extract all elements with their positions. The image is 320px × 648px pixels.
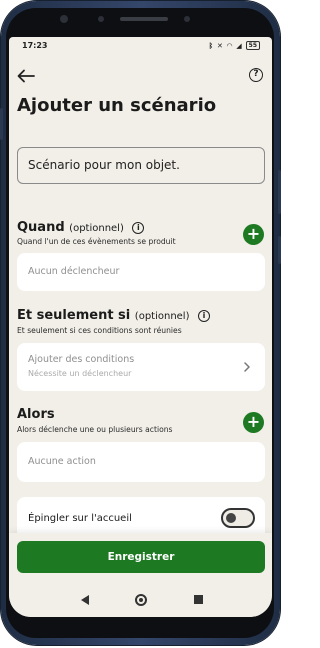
then-subtitle: Alors déclenche une ou plusieurs actions (17, 425, 173, 434)
status-bar: 17:23 ᛒ ✕ ◠ ◢ 55 (9, 37, 272, 57)
bluetooth-icon: ᛒ (208, 41, 213, 50)
help-icon[interactable]: ? (249, 68, 263, 82)
info-icon[interactable]: i (198, 310, 211, 322)
signal-icon: ◢ (236, 41, 242, 50)
trigger-card[interactable]: Aucun déclencheur (17, 253, 265, 291)
trigger-placeholder: Aucun déclencheur (28, 266, 120, 277)
only-if-subtitle: Et seulement si ces conditions sont réun… (17, 326, 182, 335)
nav-back-icon[interactable] (81, 595, 89, 605)
only-if-section-title: Et seulement si (optionnel) i (17, 308, 211, 323)
phone-side-button-top (0, 108, 3, 140)
only-if-optional-label: (optionnel) (134, 311, 190, 322)
add-trigger-button[interactable]: + (243, 224, 264, 245)
front-camera (60, 15, 68, 23)
only-if-title: Et seulement si (17, 308, 131, 323)
proximity-sensor (98, 16, 104, 22)
info-icon[interactable]: i (132, 222, 145, 234)
when-title: Quand (17, 220, 65, 235)
pin-home-toggle[interactable] (221, 508, 255, 528)
wifi-icon: ◠ (226, 41, 233, 50)
save-button[interactable]: Enregistrer (17, 541, 265, 573)
footer: Enregistrer (9, 533, 272, 583)
status-time: 17:23 (22, 41, 48, 50)
when-section-title: Quand (optionnel) i (17, 220, 145, 235)
conditions-card-subtitle: Nécessite un déclencheur (28, 369, 132, 378)
conditions-card-title: Ajouter des conditions (28, 354, 135, 365)
earpiece-speaker (120, 17, 168, 21)
chevron-right-icon (244, 362, 250, 372)
back-arrow-icon[interactable] (17, 69, 35, 83)
nav-home-icon[interactable] (135, 594, 147, 606)
battery-icon: 55 (245, 41, 260, 50)
nav-recents-icon[interactable] (194, 595, 203, 604)
mute-icon: ✕ (216, 41, 223, 50)
phone-side-button-right (278, 170, 281, 214)
then-title: Alors (17, 407, 55, 422)
add-action-button[interactable]: + (243, 412, 264, 433)
scenario-name-input[interactable]: Scénario pour mon objet. (17, 147, 265, 184)
system-nav-bar (9, 583, 272, 617)
when-subtitle: Quand l'un de ces évènements se produit (17, 237, 176, 246)
when-optional-label: (optionnel) (69, 223, 124, 234)
page-title: Ajouter un scénario (17, 95, 217, 116)
then-section-title: Alors (17, 407, 55, 422)
action-placeholder: Aucune action (28, 456, 96, 467)
conditions-card[interactable]: Ajouter des conditions Nécessite un décl… (17, 343, 265, 391)
pin-home-label: Épingler sur l'accueil (28, 513, 132, 524)
action-card[interactable]: Aucune action (17, 442, 265, 482)
status-icons: ᛒ ✕ ◠ ◢ 55 (209, 41, 260, 50)
app-screen: 17:23 ᛒ ✕ ◠ ◢ 55 ? Ajouter un scénario S… (9, 37, 272, 617)
earpiece-area (40, 13, 240, 25)
phone-side-button-right-lower (278, 236, 281, 264)
light-sensor (184, 16, 190, 22)
toggle-knob (226, 513, 236, 523)
